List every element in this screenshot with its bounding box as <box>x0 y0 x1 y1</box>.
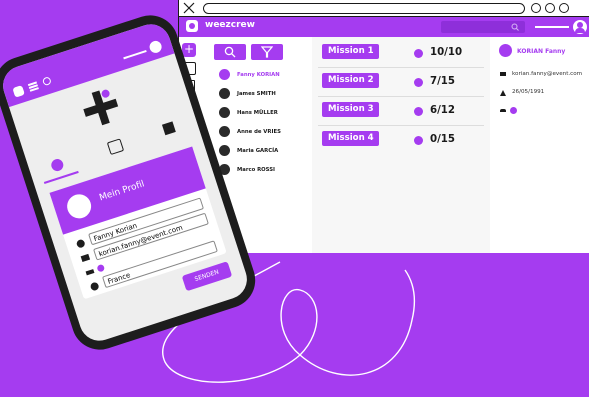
app-header: weezcrew <box>179 17 589 37</box>
address-bar[interactable] <box>203 3 525 14</box>
avatar[interactable] <box>148 39 164 55</box>
mission-count: 6/12 <box>430 105 455 116</box>
check-icon <box>510 107 517 114</box>
check-icon <box>96 263 106 273</box>
mail-icon <box>500 72 506 76</box>
search-button[interactable] <box>214 44 246 60</box>
mission-count: 7/15 <box>430 76 455 87</box>
avatar <box>219 145 230 156</box>
cake-icon <box>500 90 506 96</box>
user-name: Maria GARCÍA <box>237 148 279 154</box>
app-logo-icon <box>186 20 198 32</box>
app-logo-icon <box>12 85 25 98</box>
mission-label: Mission 2 <box>328 75 374 85</box>
mission-label: Mission 1 <box>328 46 374 56</box>
person-icon <box>414 107 423 116</box>
user-name: James SMITH <box>237 91 276 97</box>
tab-profile[interactable] <box>49 157 65 173</box>
mission-label: Mission 3 <box>328 104 374 114</box>
divider <box>318 67 484 68</box>
user-name: Marco ROSSI <box>237 167 276 173</box>
user-name: Anne de VRIES <box>237 129 281 135</box>
profile-title: Mein Profil <box>98 179 146 204</box>
tab-indicator <box>43 170 79 184</box>
detail-email: korian.fanny@event.com <box>512 71 583 77</box>
app-name: weezcrew <box>205 20 255 30</box>
user-name: Fanny KORIAN <box>237 72 280 78</box>
car-icon <box>500 109 506 112</box>
avatar <box>219 107 230 118</box>
detail-name: KORIAN Fanny <box>517 48 566 55</box>
mission-button[interactable]: Mission 4 <box>322 131 379 146</box>
avatar <box>219 69 230 80</box>
mission-button[interactable]: Mission 2 <box>322 73 379 88</box>
avatar[interactable] <box>573 20 587 34</box>
window-control-icon[interactable] <box>531 3 541 13</box>
divider <box>318 96 484 97</box>
detail-panel: KORIAN Fanny korian.fanny@event.com 26/0… <box>491 37 589 253</box>
window-control-icon[interactable] <box>559 3 569 13</box>
avatar <box>219 126 230 137</box>
mission-label: Mission 4 <box>328 133 374 143</box>
avatar <box>219 88 230 99</box>
menu-icon[interactable] <box>27 81 37 86</box>
app-window: weezcrew + Fanny KORIAN James SMITH Hans… <box>178 0 589 253</box>
tab-edit[interactable] <box>161 121 176 136</box>
search-icon[interactable] <box>41 76 52 87</box>
header-divider <box>535 26 569 28</box>
person-icon <box>75 238 86 249</box>
search-icon <box>511 23 519 31</box>
mission-count: 0/15 <box>430 134 455 145</box>
avatar <box>499 44 512 57</box>
submit-button[interactable]: SENDEN <box>181 261 233 292</box>
detail-birthdate: 26/05/1991 <box>512 89 545 95</box>
avatar <box>64 191 95 222</box>
divider <box>318 125 484 126</box>
mission-count: 10/10 <box>430 47 463 58</box>
close-icon[interactable] <box>183 2 195 14</box>
mission-button[interactable]: Mission 1 <box>322 44 379 59</box>
person-icon <box>414 78 423 87</box>
brand-emblem <box>77 84 125 132</box>
mail-icon <box>80 253 91 263</box>
person-icon <box>414 136 423 145</box>
filter-button[interactable] <box>251 44 283 60</box>
search-input[interactable] <box>441 21 525 33</box>
add-icon[interactable]: + <box>182 43 196 57</box>
mission-list-panel: Mission 1 10/10 Mission 2 7/15 Mission 3… <box>312 37 490 253</box>
header-divider <box>123 49 147 60</box>
filter-icon <box>261 46 273 58</box>
mission-button[interactable]: Mission 3 <box>322 102 379 117</box>
search-icon <box>224 46 236 58</box>
user-name: Hans MÜLLER <box>237 110 278 116</box>
window-control-icon[interactable] <box>545 3 555 13</box>
tab-calendar[interactable] <box>106 138 125 156</box>
car-icon <box>85 269 95 276</box>
person-icon <box>414 49 423 58</box>
globe-icon <box>89 281 100 292</box>
title-bar <box>179 0 589 17</box>
